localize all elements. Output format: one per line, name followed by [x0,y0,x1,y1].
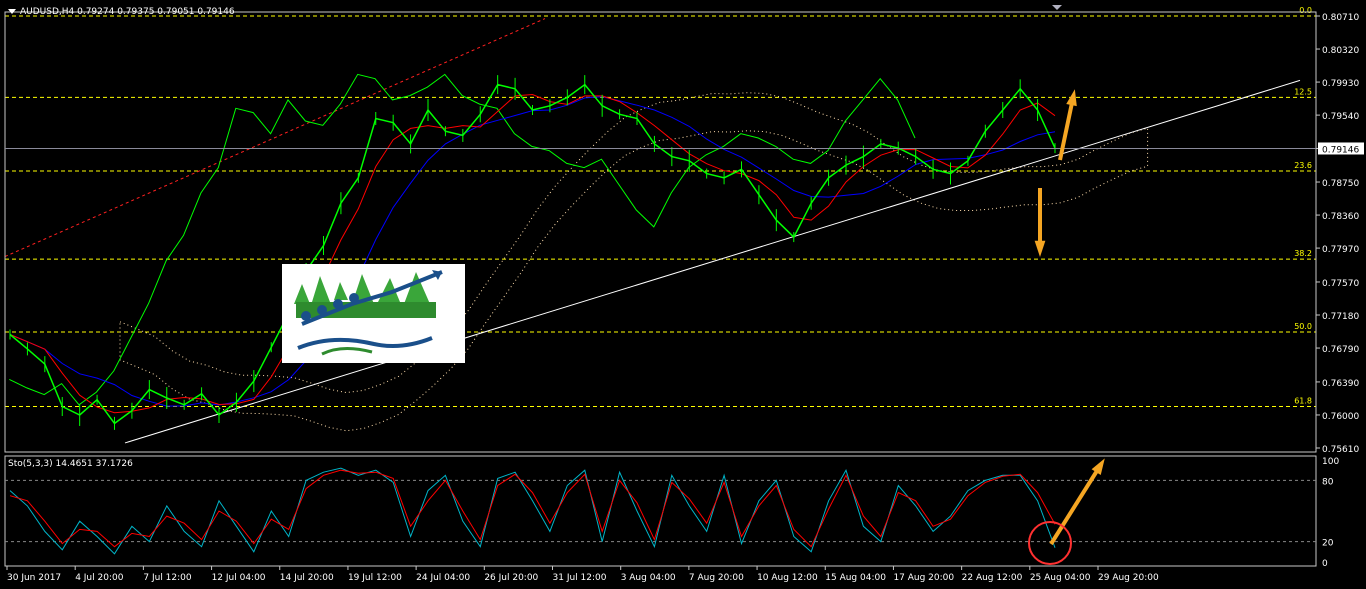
support-trendline [124,79,1301,444]
price-tick-label: 0.76790 [1322,345,1359,355]
time-tick-label: 30 Jun 2017 [7,573,61,583]
stoch-signal-line [9,469,1056,548]
price-tick-label: 0.75610 [1322,445,1359,455]
time-tick-label: 25 Aug 04:00 [1030,573,1091,583]
time-tick-label: 29 Aug 20:00 [1098,573,1159,583]
ichimoku-cloud [119,92,1149,432]
price-panel-frame [4,11,1317,453]
collapse-triangle-icon[interactable] [8,9,16,14]
stoch-tick-label: 0 [1322,559,1328,569]
stoch-tick-label: 100 [1322,457,1339,467]
price-tick-label: 0.78360 [1322,212,1359,222]
price-tick-label: 0.77180 [1322,312,1359,322]
stoch-tick-label: 20 [1322,539,1334,549]
fibo-label: 50.0 [1294,322,1312,331]
price-tick-label: 0.78750 [1322,179,1359,189]
time-tick-label: 7 Aug 20:00 [689,573,744,583]
stoch-tick-label: 80 [1322,477,1334,487]
fibo-label: 61.8 [1294,396,1312,405]
chart-canvas: 0.0 12.5 23.6 38.2 50.0 61.8 0.80710 0.80320 0.… [4,5,1364,583]
indicator-header: Sto(5,3,3) 14.4651 37.1726 [8,459,133,469]
fibonacci-levels: 0.0 12.5 23.6 38.2 50.0 61.8 [5,6,1316,407]
time-tick-label: 14 Jul 20:00 [280,573,334,583]
trendlines [4,18,1301,444]
fibo-label: 23.6 [1294,161,1312,170]
price-tick-label: 0.79540 [1322,112,1359,122]
symbol-line: AUDUSD,H4 0.79274 0.79375 0.79051 0.7914… [20,7,235,17]
time-tick-label: 31 Jul 12:00 [553,573,607,583]
down-arrow [1034,188,1046,257]
chart-header: AUDUSD,H4 0.79274 0.79375 0.79051 0.7914… [8,7,235,17]
cloud-area [119,92,1149,432]
arrow-shaft [1049,464,1102,546]
stochastic-panel-frame [4,455,1317,567]
time-tick-label: 12 Jul 04:00 [212,573,266,583]
price-tick-label: 0.76000 [1322,412,1359,422]
time-tick-label: 4 Jul 20:00 [75,573,124,583]
channel-trendline [4,18,546,258]
arrow-head [1066,89,1077,107]
time-tick-label: 26 Jul 20:00 [484,573,538,583]
arrow-head [1034,240,1046,257]
up-arrow [1058,89,1077,161]
price-tick-label: 0.79930 [1322,79,1359,89]
price-tick-label: 0.80320 [1322,46,1359,56]
fibo-label: 12.5 [1294,87,1312,96]
time-tick-label: 10 Aug 12:00 [757,573,818,583]
price-series [9,75,1056,430]
stochastic-panel [9,467,1056,555]
time-tick-label: 24 Jul 04:00 [416,573,470,583]
annotations [1028,5,1105,565]
time-tick-label: 17 Aug 20:00 [893,573,954,583]
time-tick-label: 22 Aug 12:00 [962,573,1023,583]
time-tick-label: 3 Aug 04:00 [621,573,676,583]
stoch-main-line [9,467,1056,555]
fibo-label: 38.2 [1294,249,1312,258]
time-tick-label: 7 Jul 12:00 [143,573,192,583]
fibo-label: 0.0 [1299,6,1312,15]
time-tick-label: 19 Jul 12:00 [348,573,402,583]
arabfx-logo [282,264,465,363]
price-tick-label: 0.77570 [1322,279,1359,289]
indicator-line: Sto(5,3,3) 14.4651 37.1726 [8,459,133,469]
price-tick-label: 0.76390 [1322,379,1359,389]
current-price-label: 0.79146 [1322,145,1359,155]
logo-graphic [288,270,458,356]
stoch-up-arrow [1049,458,1105,546]
price-line [9,83,1056,425]
price-tick-label: 0.77970 [1322,245,1359,255]
scroll-marker-icon[interactable] [1052,5,1062,10]
price-tick-label: 0.80710 [1322,13,1359,23]
time-tick-label: 15 Aug 04:00 [825,573,886,583]
